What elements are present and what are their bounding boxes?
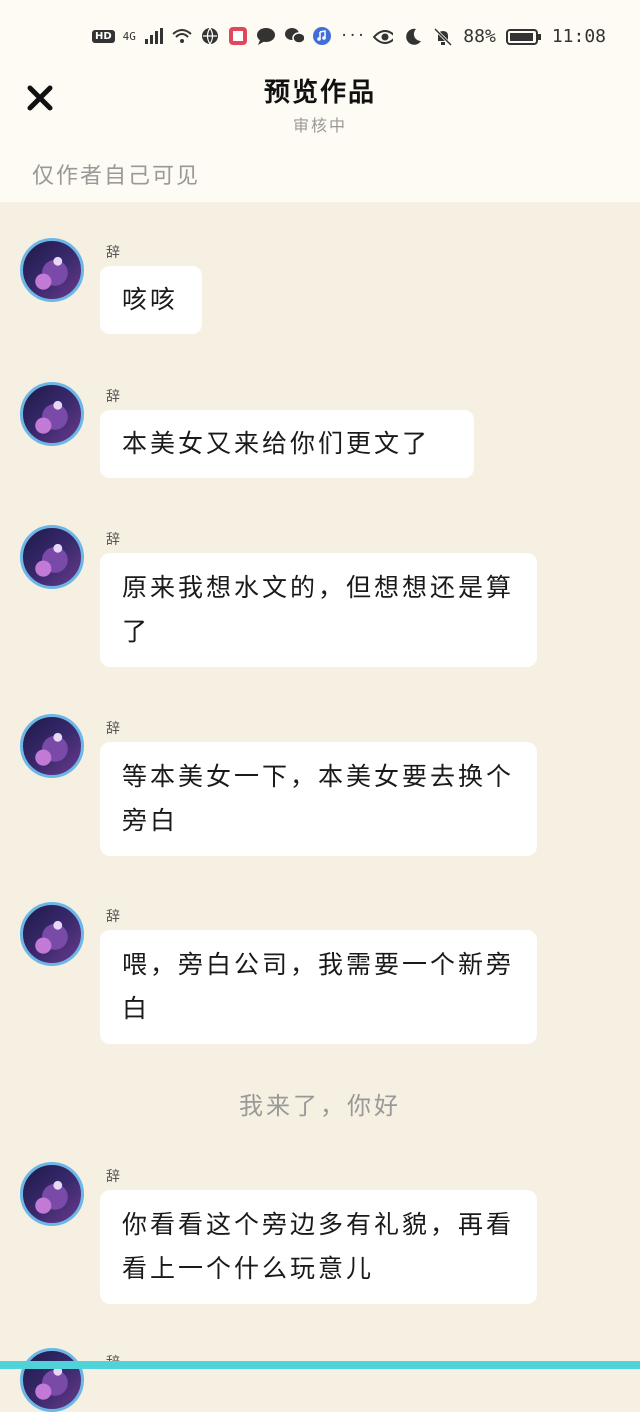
message-bubble[interactable]: 咳咳 [100,266,202,334]
visibility-note: 仅作者自己可见 [32,164,201,189]
wifi-icon [172,26,192,46]
sender-name: 辞 [106,909,120,925]
avatar[interactable] [20,902,84,966]
message-bubble[interactable]: 本美女又来给你们更文了 [100,410,474,478]
sender-name: 辞 [106,532,120,548]
more-notifications: ··· [339,28,366,44]
status-left: HD 4G ··· [92,26,365,46]
bottom-bar [0,1361,640,1369]
sender-name: 辞 [106,245,120,261]
review-status: 审核中 [292,116,347,135]
avatar[interactable] [20,1348,84,1412]
clock: 11:08 [551,26,606,47]
signal-icon [144,26,164,46]
battery-icon [505,27,542,47]
avatar[interactable] [20,1162,84,1226]
status-right: 88% 11:08 [373,26,606,47]
narration-text: 我来了，你好 [239,1092,401,1120]
book-app-icon [228,26,248,46]
page-title: 预览作品 [263,78,376,108]
message-icon [256,26,276,46]
sender-name: 辞 [106,1169,120,1185]
music-app-icon [312,26,332,46]
eye-icon [373,27,394,47]
avatar[interactable] [20,382,84,446]
avatar[interactable] [20,238,84,302]
chat-area[interactable]: 辞 咳咳 辞 本美女又来给你们更文了 辞 原来我想水文的，但想想还是算了 辞 等… [0,202,640,1412]
message-bubble[interactable]: 喂，旁白公司，我需要一个新旁白 [100,930,537,1044]
avatar[interactable] [20,714,84,778]
moon-icon [403,27,423,47]
page-header: 预览作品 审核中 仅作者自己可见 [0,70,640,202]
network-label: 4G [122,29,136,43]
status-bar: HD 4G ··· 88% 11:08 [0,0,640,70]
battery-percent: 88% [463,26,496,47]
sender-name: 辞 [106,389,120,405]
hd-badge: HD [92,29,115,43]
message-bubble[interactable]: 等本美女一下，本美女要去换个旁白 [100,742,537,856]
message-bubble[interactable]: 原来我想水文的，但想想还是算了 [100,553,537,667]
avatar[interactable] [20,525,84,589]
wechat-icon [284,26,304,46]
sender-name: 辞 [106,721,120,737]
bell-off-icon [433,27,453,47]
message-bubble[interactable]: 你看看这个旁边多有礼貌，再看看上一个什么玩意儿 [100,1190,537,1304]
globe-icon [200,26,220,46]
